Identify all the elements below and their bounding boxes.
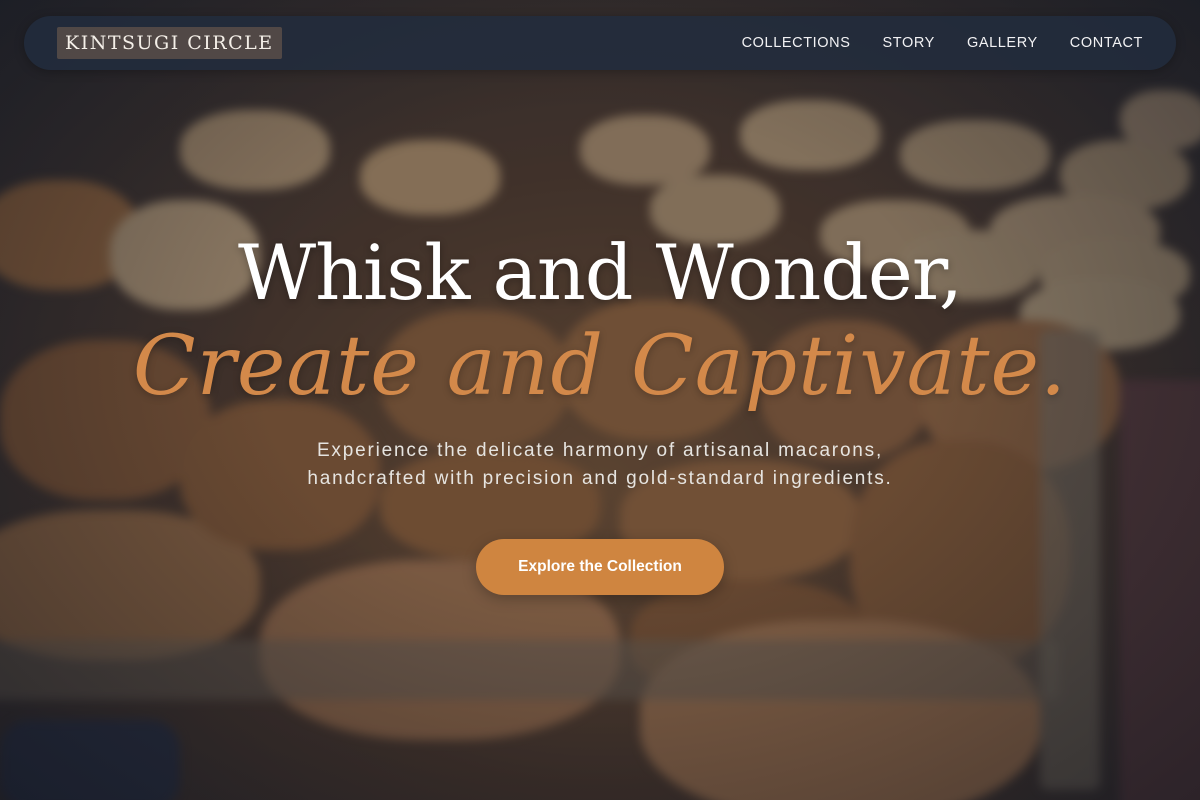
- nav-link-gallery[interactable]: GALLERY: [967, 35, 1038, 51]
- hero-headline-accent: Create and Captivate.: [132, 319, 1068, 414]
- nav-link-contact[interactable]: CONTACT: [1070, 35, 1143, 51]
- hero-subtitle-line-1: Experience the delicate harmony of artis…: [316, 440, 884, 461]
- hero-headline: Whisk and Wonder,: [237, 228, 963, 317]
- nav-links: COLLECTIONS STORY GALLERY CONTACT: [742, 35, 1143, 51]
- hero-content: Whisk and Wonder, Create and Captivate. …: [0, 225, 1200, 595]
- nav-link-story[interactable]: STORY: [883, 35, 935, 51]
- nav-link-collections[interactable]: COLLECTIONS: [742, 35, 851, 51]
- explore-collection-button[interactable]: Explore the Collection: [476, 539, 724, 595]
- top-navbar: KINTSUGI CIRCLE COLLECTIONS STORY GALLER…: [24, 16, 1176, 70]
- brand-logo[interactable]: KINTSUGI CIRCLE: [57, 27, 282, 59]
- hero-section: KINTSUGI CIRCLE COLLECTIONS STORY GALLER…: [0, 0, 1200, 800]
- hero-subtitle-line-2: handcrafted with precision and gold-stan…: [307, 468, 893, 489]
- hero-subtitle: Experience the delicate harmony of artis…: [0, 437, 1200, 493]
